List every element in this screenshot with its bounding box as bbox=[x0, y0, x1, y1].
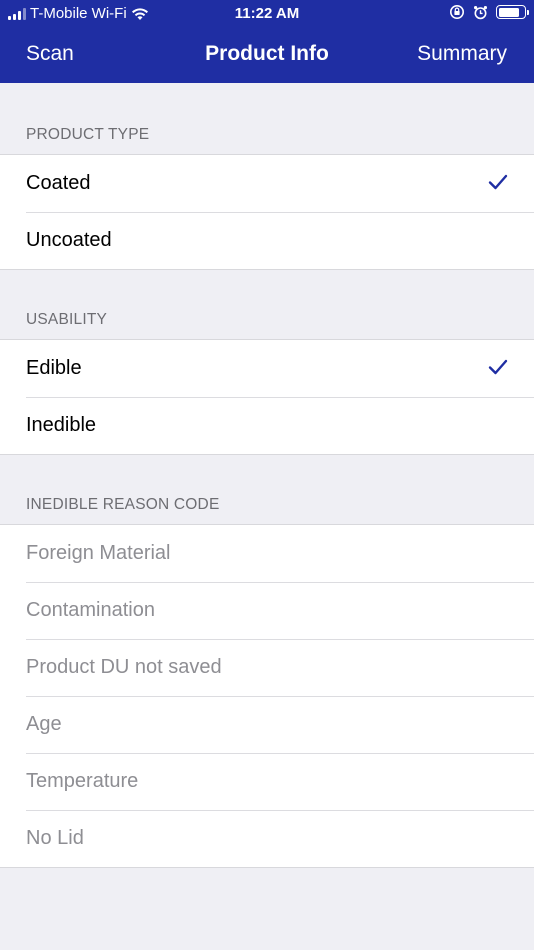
section-header-usability: USABILITY bbox=[26, 311, 108, 328]
alarm-icon bbox=[474, 5, 487, 19]
option-inedible[interactable]: Inedible bbox=[0, 397, 534, 454]
option-age[interactable]: Age bbox=[0, 696, 534, 753]
section-header-product-type: PRODUCT TYPE bbox=[26, 126, 150, 143]
status-bar: T-Mobile Wi-Fi 11:22 AM bbox=[0, 0, 534, 28]
navigation-bar: Scan Product Info Summary bbox=[0, 28, 534, 83]
option-label: Age bbox=[26, 713, 62, 735]
product-type-group: Coated Uncoated bbox=[0, 154, 534, 270]
usability-group: Edible Inedible bbox=[0, 339, 534, 455]
checkmark-icon bbox=[488, 359, 508, 375]
option-label: Foreign Material bbox=[26, 542, 171, 564]
option-edible[interactable]: Edible bbox=[0, 340, 534, 397]
option-foreign-material[interactable]: Foreign Material bbox=[0, 525, 534, 582]
summary-button[interactable]: Summary bbox=[417, 42, 507, 66]
option-label: Inedible bbox=[26, 414, 97, 436]
section-header-inedible-reason-code: INEDIBLE REASON CODE bbox=[26, 496, 220, 513]
option-label: Edible bbox=[26, 357, 82, 379]
orientation-lock-icon bbox=[450, 5, 464, 19]
option-label: Uncoated bbox=[26, 229, 112, 251]
option-temperature[interactable]: Temperature bbox=[0, 753, 534, 810]
option-product-du-not-saved[interactable]: Product DU not saved bbox=[0, 639, 534, 696]
option-label: Coated bbox=[26, 172, 91, 194]
status-right bbox=[449, 4, 529, 20]
top-bar: T-Mobile Wi-Fi 11:22 AM Scan Product Inf… bbox=[0, 0, 534, 83]
option-label: No Lid bbox=[26, 827, 84, 849]
option-coated[interactable]: Coated bbox=[0, 155, 534, 212]
option-label: Contamination bbox=[26, 599, 155, 621]
option-label: Product DU not saved bbox=[26, 656, 222, 678]
option-no-lid[interactable]: No Lid bbox=[0, 810, 534, 867]
checkmark-icon bbox=[488, 174, 508, 190]
inedible-reason-group: Foreign Material Contamination Product D… bbox=[0, 524, 534, 868]
battery-icon bbox=[496, 5, 529, 19]
option-contamination[interactable]: Contamination bbox=[0, 582, 534, 639]
option-uncoated[interactable]: Uncoated bbox=[0, 212, 534, 269]
option-label: Temperature bbox=[26, 770, 139, 792]
